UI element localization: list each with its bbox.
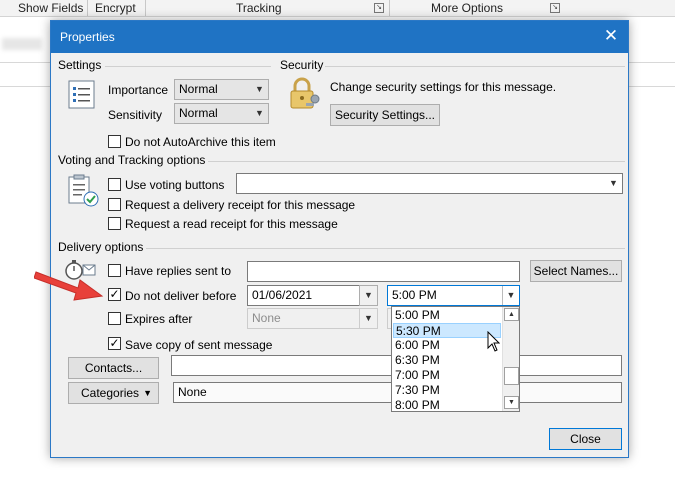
time-option[interactable]: 7:30 PM — [393, 383, 501, 398]
delivery-options-header: Delivery options — [58, 240, 144, 254]
expires-date-value: None — [252, 311, 281, 325]
section-divider — [105, 66, 271, 67]
have-replies-checkbox[interactable] — [108, 264, 121, 277]
voting-buttons-select[interactable]: ▼ — [236, 173, 623, 194]
ribbon-group-more-options: More Options — [431, 1, 504, 15]
categories-button[interactable]: Categories ▼ — [68, 382, 159, 404]
ribbon-show-fields[interactable]: Show Fields — [18, 1, 83, 15]
replies-to-input[interactable] — [247, 261, 520, 282]
scrollbar-thumb[interactable] — [504, 367, 519, 385]
chevron-down-icon: ▼ — [364, 313, 373, 323]
do-not-deliver-checkbox[interactable]: ✓ — [108, 288, 121, 301]
select-names-button[interactable]: Select Names... — [530, 260, 622, 282]
ribbon-separator — [389, 0, 390, 16]
dialog-launcher-icon[interactable]: ↘ — [374, 3, 384, 13]
save-copy-checkbox[interactable]: ✓ — [108, 337, 121, 350]
voting-tracking-header: Voting and Tracking options — [58, 153, 206, 167]
section-divider — [146, 248, 625, 249]
security-settings-button[interactable]: Security Settings... — [330, 104, 440, 126]
importance-select[interactable]: Normal ▼ — [174, 79, 269, 100]
time-dropdown-list[interactable]: 5:00 PM 5:30 PM 6:00 PM 6:30 PM 7:00 PM 7:30 … — [391, 306, 520, 412]
section-divider — [325, 66, 625, 67]
use-voting-checkbox[interactable] — [108, 178, 121, 191]
importance-label: Importance — [108, 83, 169, 97]
settings-list-icon — [68, 80, 96, 113]
red-annotation-arrow — [33, 266, 104, 305]
ribbon: Show Fields Encrypt Tracking ↘ More Opti… — [0, 0, 675, 17]
chevron-down-icon: ▼ — [502, 286, 519, 305]
chevron-down-icon: ▼ — [255, 108, 264, 118]
security-description: Change security settings for this messag… — [330, 80, 557, 94]
expires-date-input: None — [247, 308, 362, 329]
close-icon[interactable]: ✕ — [600, 25, 622, 47]
properties-dialog: Properties ✕ Settings Importance Normal ▼… — [50, 20, 629, 458]
padlock-key-icon — [288, 77, 322, 114]
ribbon-separator — [145, 0, 146, 16]
expires-after-checkbox[interactable] — [108, 312, 121, 325]
time-option[interactable]: 6:00 PM — [393, 338, 501, 353]
expires-date-picker-button: ▼ — [359, 308, 378, 329]
title-bar: Properties ✕ — [51, 21, 628, 53]
section-divider — [208, 161, 625, 162]
time-option[interactable]: 8:00 PM — [393, 398, 501, 413]
categories-value: None — [178, 385, 207, 399]
save-copy-label: Save copy of sent message — [125, 338, 273, 352]
time-option[interactable]: 6:30 PM — [393, 353, 501, 368]
ribbon-group-tracking: Tracking — [236, 1, 282, 15]
dialog-launcher-icon[interactable]: ↘ — [550, 3, 560, 13]
expires-after-label: Expires after — [125, 312, 193, 326]
dropdown-scrollbar[interactable]: ▲ ▼ — [502, 307, 519, 411]
no-autoarchive-checkbox[interactable] — [108, 135, 121, 148]
security-header: Security — [280, 58, 324, 72]
chevron-down-icon: ▼ — [364, 290, 373, 300]
settings-header: Settings — [58, 58, 102, 72]
date-picker-button[interactable]: ▼ — [359, 285, 378, 306]
chevron-down-icon: ▼ — [255, 84, 264, 94]
time-option[interactable]: 5:00 PM — [393, 308, 501, 323]
voting-clipboard-icon — [67, 174, 99, 211]
time-option[interactable]: 7:00 PM — [393, 368, 501, 383]
ribbon-separator — [87, 0, 88, 16]
sensitivity-value: Normal — [179, 106, 218, 120]
caret-down-icon: ▼ — [143, 388, 152, 398]
deliver-date-value: 01/06/2021 — [252, 288, 313, 302]
sensitivity-select[interactable]: Normal ▼ — [174, 103, 269, 124]
deliver-time-value: 5:00 PM — [392, 288, 437, 302]
use-voting-label: Use voting buttons — [125, 178, 225, 192]
delivery-receipt-checkbox[interactable] — [108, 198, 121, 211]
blurred-background-content — [2, 38, 42, 50]
categories-label: Categories — [81, 386, 140, 400]
have-replies-label: Have replies sent to — [125, 264, 232, 278]
read-receipt-label: Request a read receipt for this message — [125, 217, 338, 231]
do-not-deliver-label: Do not deliver before — [125, 289, 237, 303]
contacts-button[interactable]: Contacts... — [68, 357, 159, 379]
scroll-down-arrow-icon[interactable]: ▼ — [504, 396, 519, 409]
ribbon-encrypt[interactable]: Encrypt — [95, 1, 136, 15]
read-receipt-checkbox[interactable] — [108, 217, 121, 230]
deliver-date-input[interactable]: 01/06/2021 — [247, 285, 362, 306]
dialog-title: Properties — [60, 30, 115, 44]
deliver-time-select[interactable]: 5:00 PM ▼ — [387, 285, 520, 306]
close-button[interactable]: Close — [549, 428, 622, 450]
delivery-receipt-label: Request a delivery receipt for this mess… — [125, 198, 356, 212]
scroll-up-arrow-icon[interactable]: ▲ — [504, 308, 519, 321]
chevron-down-icon: ▼ — [605, 174, 622, 193]
importance-value: Normal — [179, 82, 218, 96]
time-option[interactable]: 5:30 PM — [393, 323, 501, 338]
no-autoarchive-label: Do not AutoArchive this item — [125, 135, 276, 149]
sensitivity-label: Sensitivity — [108, 108, 163, 122]
mouse-pointer-icon — [486, 330, 501, 356]
